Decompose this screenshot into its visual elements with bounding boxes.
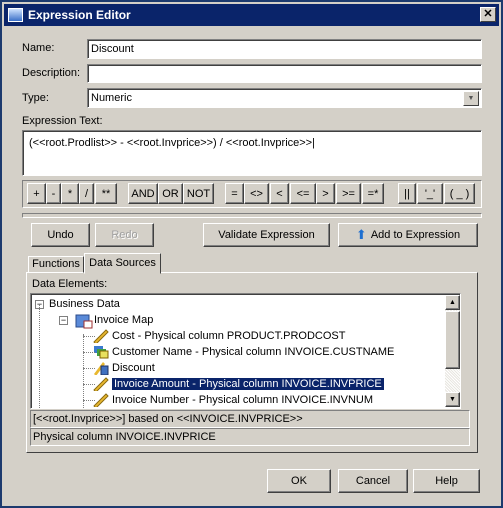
tree-line bbox=[83, 334, 84, 408]
redo-button[interactable]: Redo bbox=[95, 223, 154, 247]
name-input[interactable] bbox=[87, 39, 482, 59]
operator-button[interactable]: + bbox=[27, 183, 46, 204]
map-icon bbox=[75, 313, 93, 329]
undo-button[interactable]: Undo bbox=[31, 223, 90, 247]
ruler-icon bbox=[93, 393, 109, 408]
type-select[interactable]: Numeric ▼ bbox=[87, 88, 482, 108]
help-button[interactable]: Help bbox=[413, 469, 480, 493]
tree-item[interactable]: Invoice Amount - Physical column INVOICE… bbox=[93, 376, 384, 393]
tree-item-label: Invoice Number - Physical column INVOICE… bbox=[112, 394, 374, 406]
data-elements-label: Data Elements: bbox=[32, 278, 108, 290]
type-value: Numeric bbox=[91, 92, 132, 104]
add-to-expression-label: Add to Expression bbox=[370, 229, 461, 241]
name-label: Name: bbox=[22, 42, 55, 54]
scroll-down-button[interactable]: ▼ bbox=[445, 392, 460, 407]
chevron-down-icon[interactable]: ▼ bbox=[463, 91, 479, 106]
operator-button[interactable]: || bbox=[398, 183, 416, 204]
operator-button[interactable]: <> bbox=[244, 183, 269, 204]
add-to-expression-button[interactable]: ⬆ Add to Expression bbox=[338, 223, 478, 247]
tree-line bbox=[83, 384, 95, 385]
tree-item-label: Invoice Map bbox=[94, 314, 154, 326]
operator-button[interactable]: / bbox=[79, 183, 94, 204]
validate-expression-button[interactable]: Validate Expression bbox=[203, 223, 330, 247]
operator-button[interactable]: <= bbox=[290, 183, 316, 204]
data-elements-tree[interactable]: − Business Data − Invoice Map Cost - Physica… bbox=[30, 293, 461, 409]
calculated-column-icon bbox=[93, 361, 109, 377]
operator-button[interactable]: '_' bbox=[417, 183, 443, 204]
tree-line bbox=[83, 336, 95, 337]
window-icon bbox=[8, 8, 23, 22]
arrow-up-icon: ⬆ bbox=[355, 227, 367, 242]
text-column-icon bbox=[93, 345, 109, 359]
type-label: Type: bbox=[22, 92, 49, 104]
status-description: Physical column INVOICE.INVPRICE bbox=[30, 428, 470, 446]
tree-item[interactable]: Discount bbox=[93, 360, 155, 377]
operator-button[interactable]: AND bbox=[128, 183, 158, 204]
tree-item-label: Invoice Amount - Physical column INVOICE… bbox=[112, 378, 384, 390]
tree-item[interactable]: Business Data bbox=[49, 296, 120, 312]
description-input[interactable] bbox=[87, 64, 482, 83]
operator-button[interactable]: ( _ ) bbox=[444, 183, 475, 204]
close-button[interactable]: ✕ bbox=[480, 7, 496, 22]
operator-button[interactable]: > bbox=[316, 183, 335, 204]
operator-button[interactable]: ** bbox=[95, 183, 117, 204]
divider bbox=[22, 213, 482, 218]
tree-line bbox=[39, 304, 40, 408]
tree-line bbox=[83, 400, 95, 401]
operator-button[interactable]: < bbox=[270, 183, 289, 204]
tree-line bbox=[83, 352, 95, 353]
operator-button[interactable]: NOT bbox=[183, 183, 214, 204]
tab-functions[interactable]: Functions bbox=[28, 256, 84, 273]
operator-button[interactable]: =* bbox=[362, 183, 384, 204]
expression-text: (<<root.Prodlist>> - <<root.Invprice>>) … bbox=[29, 137, 313, 149]
tree-item-label: Business Data bbox=[49, 298, 120, 310]
expression-label: Expression Text: bbox=[22, 115, 103, 127]
description-label: Description: bbox=[22, 67, 81, 79]
tree-item[interactable]: Customer Name - Physical column INVOICE.… bbox=[93, 344, 394, 360]
tree-item[interactable]: Cost - Physical column PRODUCT.PRODCOST bbox=[93, 328, 346, 345]
operator-button[interactable]: - bbox=[46, 183, 61, 204]
title-bar: Expression Editor ✕ bbox=[4, 4, 499, 26]
operator-button[interactable]: * bbox=[61, 183, 79, 204]
tree-item-label: Customer Name - Physical column INVOICE.… bbox=[112, 346, 395, 358]
collapse-toggle-icon[interactable]: − bbox=[59, 316, 68, 325]
scroll-thumb[interactable] bbox=[445, 311, 460, 369]
tree-item-label: Cost - Physical column PRODUCT.PRODCOST bbox=[112, 330, 346, 342]
ok-button[interactable]: OK bbox=[267, 469, 331, 493]
ruler-icon bbox=[93, 329, 109, 345]
tree-item-label: Discount bbox=[112, 362, 155, 374]
status-expression: [<<root.Invprice>>] based on <<INVOICE.I… bbox=[30, 410, 470, 428]
ruler-icon bbox=[93, 377, 109, 393]
vertical-scrollbar[interactable]: ▲ ▼ bbox=[445, 295, 460, 407]
cancel-button[interactable]: Cancel bbox=[338, 469, 408, 493]
scroll-up-button[interactable]: ▲ bbox=[445, 295, 460, 310]
tab-data-sources[interactable]: Data Sources bbox=[84, 253, 161, 274]
tree-line bbox=[83, 368, 95, 369]
tree-item[interactable]: Invoice Number - Physical column INVOICE… bbox=[93, 392, 373, 408]
window-title: Expression Editor bbox=[28, 8, 131, 22]
tree-item[interactable]: Invoice Map bbox=[75, 312, 154, 329]
operator-button[interactable]: >= bbox=[336, 183, 361, 204]
operator-button[interactable]: = bbox=[225, 183, 244, 204]
operator-button[interactable]: OR bbox=[158, 183, 183, 204]
expression-textarea[interactable]: (<<root.Prodlist>> - <<root.Invprice>>) … bbox=[22, 130, 482, 176]
